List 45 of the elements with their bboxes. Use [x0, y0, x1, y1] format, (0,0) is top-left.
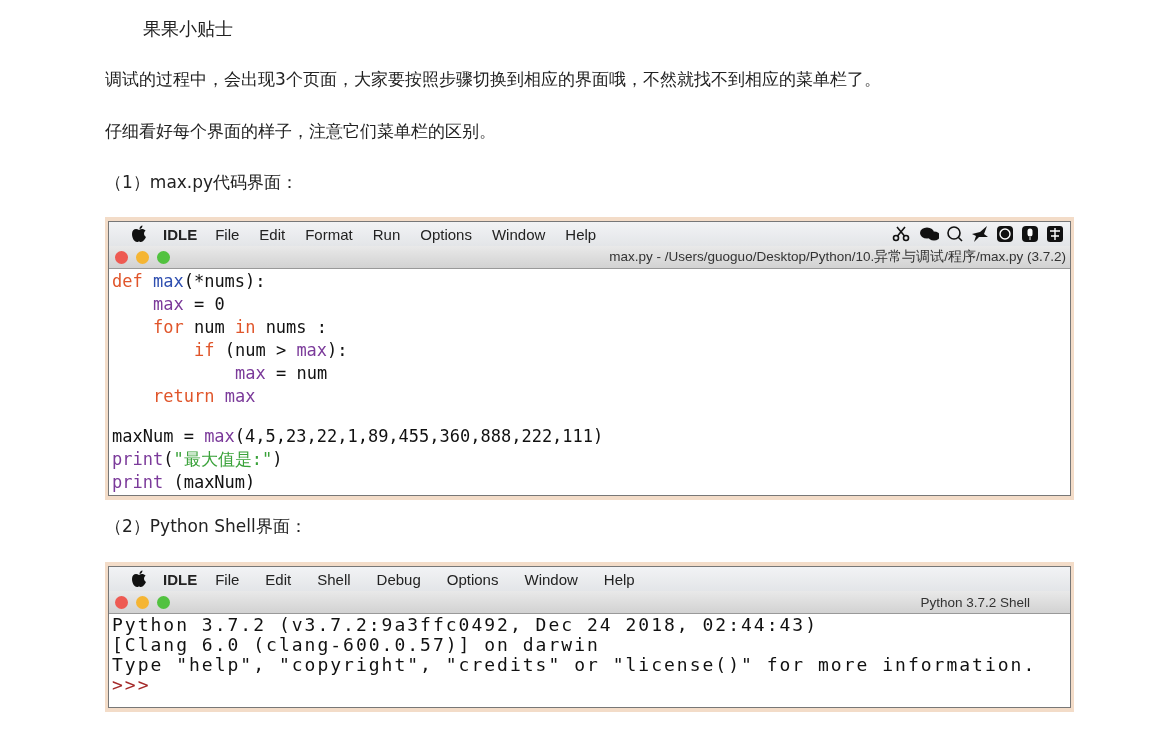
apple-logo-icon[interactable]: [131, 570, 147, 588]
code-line: def max(*nums):: [112, 270, 266, 293]
paragraph: 仔细看好每个界面的样子，注意它们菜单栏的区别。: [105, 120, 497, 143]
paragraph: 调试的过程中，会出现3个页面，大家要按照步骤切换到相应的界面哦，不然就找不到相应的菜单栏了。: [105, 68, 882, 91]
shell-output-line: Python 3.7.2 (v3.7.2:9a3ffc0492, Dec 24 2018, 02:44:43): [112, 615, 819, 635]
menu-item[interactable]: Help: [603, 570, 635, 588]
section-heading: （2）Python Shell界面：: [105, 515, 308, 538]
code-line: for num in nums :: [153, 316, 328, 339]
menu-item[interactable]: Shell: [317, 570, 351, 588]
menu-item[interactable]: Edit: [259, 225, 286, 243]
chat-bubbles-icon[interactable]: [917, 225, 939, 243]
app-menu[interactable]: IDLE: [163, 225, 198, 243]
close-button[interactable]: [115, 595, 128, 609]
code-line: return max: [153, 385, 256, 408]
shell-output-line: Type "help", "copyright", "credits" or "license()" for more information.: [112, 655, 1037, 675]
app-menu[interactable]: IDLE: [163, 570, 198, 588]
menu-item[interactable]: Help: [565, 225, 597, 243]
tip-title: 果果小贴士: [143, 17, 234, 41]
search-icon[interactable]: [946, 225, 964, 243]
menu-item[interactable]: Window: [491, 225, 546, 243]
shell-output-line: [Clang 6.0 (clang-600.0.57)] on darwin: [112, 635, 600, 655]
menu-item[interactable]: File: [215, 570, 240, 588]
menu-item[interactable]: Edit: [265, 570, 292, 588]
code-line: max = 0: [153, 293, 225, 316]
menu-item[interactable]: Format: [305, 225, 353, 243]
close-button[interactable]: [115, 250, 128, 264]
code-line: maxNum = max(4,5,23,22,1,89,455,360,888,222,111): [112, 425, 604, 448]
bird-icon[interactable]: [971, 225, 989, 243]
menu-item[interactable]: Window: [524, 570, 578, 588]
code-line: max = num: [235, 362, 328, 385]
menu-item[interactable]: File: [215, 225, 240, 243]
microphone-icon[interactable]: [1021, 225, 1039, 243]
shell-output-line: >>>: [112, 675, 151, 695]
menu-item[interactable]: Options: [420, 225, 472, 243]
window-title: max.py - /Users/guoguo/Desktop/Python/10.异常与调试/程序/max.py (3.7.2): [609, 248, 1066, 266]
section-heading: （1）max.py代码界面：: [105, 171, 300, 194]
menu-item[interactable]: Options: [446, 570, 499, 588]
menu-item[interactable]: Debug: [376, 570, 421, 588]
window-title: Python 3.7.2 Shell: [920, 594, 1031, 610]
menu-item[interactable]: Run: [372, 225, 401, 243]
code-line: print (maxNum): [112, 471, 256, 494]
code-line: print("最大值是:"): [112, 448, 283, 471]
scissors-icon[interactable]: [892, 225, 910, 243]
apple-logo-icon[interactable]: [131, 225, 147, 243]
code-line: if (num > max):: [194, 339, 348, 362]
